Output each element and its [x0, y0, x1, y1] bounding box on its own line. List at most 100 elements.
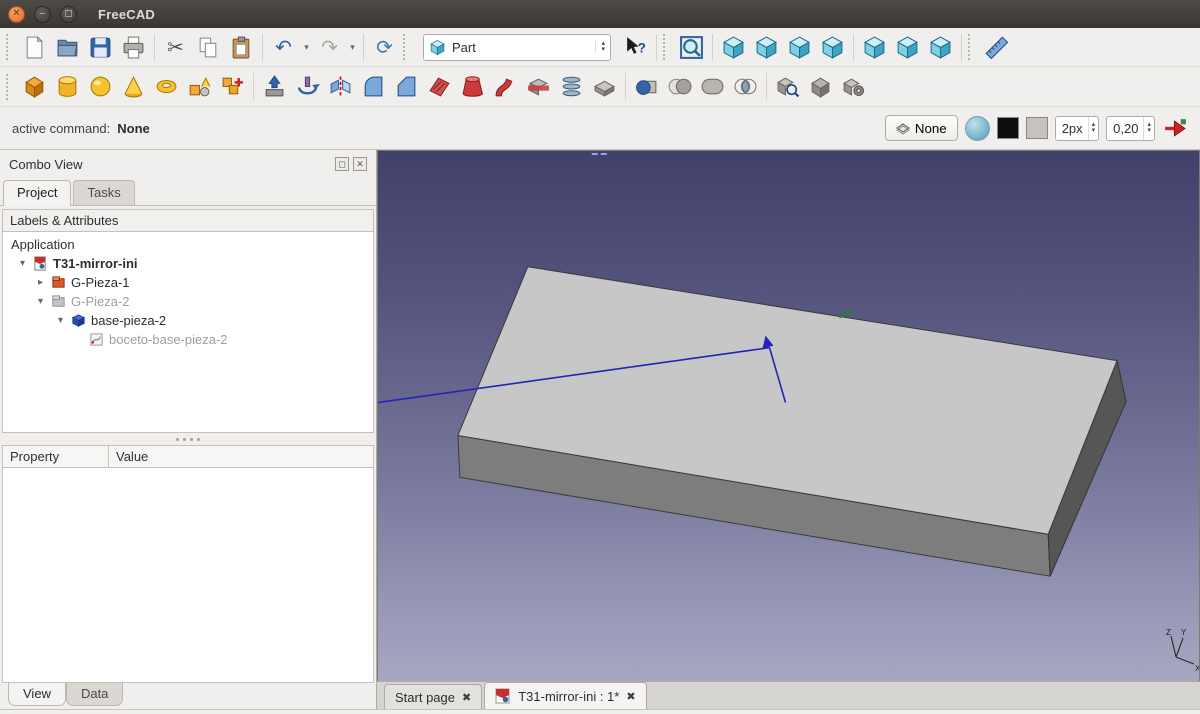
value-column-header[interactable]: Value: [109, 446, 373, 467]
tree-item-base-pieza-2[interactable]: ▾ base-pieza-2: [3, 311, 373, 330]
window-close-button[interactable]: ✕: [8, 6, 25, 23]
part-union-button[interactable]: [696, 71, 729, 103]
redo-button[interactable]: ↷: [313, 31, 346, 63]
right-view-button[interactable]: [816, 31, 849, 63]
new-document-button[interactable]: [18, 31, 51, 63]
part-refine-shape-button[interactable]: [837, 71, 870, 103]
part-shapebuilder-button[interactable]: [216, 71, 249, 103]
3d-viewport[interactable]: Z Y X: [377, 150, 1200, 681]
apply-style-button[interactable]: [1162, 112, 1188, 144]
workbench-selector[interactable]: Part ▴▾: [423, 34, 611, 61]
line-width-spinner[interactable]: 2px ▴▾: [1055, 116, 1099, 141]
part-mirror-button[interactable]: [324, 71, 357, 103]
close-tab-icon[interactable]: ✖: [462, 691, 471, 704]
part-section-button[interactable]: [522, 71, 555, 103]
cut-button[interactable]: ✂: [159, 31, 192, 63]
expander-open-icon[interactable]: ▾: [55, 315, 66, 326]
tree-item-g-pieza-1[interactable]: ▸ G-Pieza-1: [3, 273, 373, 292]
part-boolean-button[interactable]: [630, 71, 663, 103]
tab-data[interactable]: Data: [66, 683, 123, 706]
part-box-button[interactable]: [18, 71, 51, 103]
property-column-header[interactable]: Property: [3, 446, 109, 467]
tab-project[interactable]: Project: [3, 180, 71, 206]
tab-view[interactable]: View: [8, 683, 66, 706]
tab-start-page[interactable]: Start page ✖: [384, 684, 482, 709]
refresh-button[interactable]: ⟳: [368, 31, 401, 63]
part-fillet-button[interactable]: [357, 71, 390, 103]
expander-closed-icon[interactable]: ▸: [35, 277, 46, 288]
dock-close-button[interactable]: ✕: [353, 157, 367, 171]
axonometric-view-button[interactable]: [717, 31, 750, 63]
autogroup-button[interactable]: None: [885, 115, 958, 141]
window-minimize-button[interactable]: –: [34, 6, 51, 23]
save-document-button[interactable]: [84, 31, 117, 63]
front-view-button[interactable]: [750, 31, 783, 63]
part-check-geometry-button[interactable]: [771, 71, 804, 103]
close-tab-icon[interactable]: ✖: [626, 690, 635, 703]
top-view-button[interactable]: [783, 31, 816, 63]
part-chamfer-button[interactable]: [390, 71, 423, 103]
toolbar-grip[interactable]: [6, 74, 13, 100]
expander-open-icon[interactable]: ▾: [17, 258, 28, 269]
spinner-arrows-icon[interactable]: ▴▾: [1088, 117, 1099, 140]
redo-dropdown-button[interactable]: ▾: [346, 31, 359, 63]
tree-item-g-pieza-2[interactable]: ▾ G-Pieza-2: [3, 292, 373, 311]
panel-splitter[interactable]: [0, 433, 376, 445]
toolbar-grip[interactable]: [6, 34, 13, 60]
part-ruled-surface-button[interactable]: [423, 71, 456, 103]
part-cut-button[interactable]: [663, 71, 696, 103]
tab-view-label: View: [23, 686, 51, 701]
paste-button[interactable]: [225, 31, 258, 63]
tab-tasks[interactable]: Tasks: [73, 180, 134, 205]
fit-all-button[interactable]: [675, 31, 708, 63]
text-size-spinner[interactable]: 0,20 ▴▾: [1106, 116, 1155, 141]
left-view-button[interactable]: [924, 31, 957, 63]
part-revolve-button[interactable]: [291, 71, 324, 103]
part-loft-button[interactable]: [456, 71, 489, 103]
svg-text:?: ?: [638, 40, 646, 55]
part-offset-button[interactable]: [588, 71, 621, 103]
dock-float-button[interactable]: ◻: [335, 157, 349, 171]
tree-item-application[interactable]: Application: [3, 235, 373, 254]
combo-view-header[interactable]: Combo View ◻ ✕: [0, 150, 376, 178]
part-sphere-icon: [88, 74, 113, 99]
toolbar-grip[interactable]: [403, 34, 410, 60]
undo-dropdown-button[interactable]: ▾: [300, 31, 313, 63]
slab-solid[interactable]: [458, 267, 1126, 576]
construction-mode-button[interactable]: [965, 116, 990, 141]
expander-open-icon[interactable]: ▾: [35, 296, 46, 307]
spinner-arrows-icon[interactable]: ▴▾: [1143, 117, 1154, 140]
title-bar[interactable]: ✕ – ◻ FreeCAD: [0, 0, 1200, 28]
part-cross-sections-button[interactable]: [555, 71, 588, 103]
part-extrude-button[interactable]: [258, 71, 291, 103]
part-cone-button[interactable]: [117, 71, 150, 103]
measure-distance-button[interactable]: [980, 31, 1013, 63]
copy-button[interactable]: [192, 31, 225, 63]
print-button[interactable]: [117, 31, 150, 63]
rear-view-button[interactable]: [858, 31, 891, 63]
tab-active-document[interactable]: T31-mirror-ini : 1* ✖: [484, 682, 646, 709]
part-convert-to-solid-button[interactable]: [804, 71, 837, 103]
toolbar-grip[interactable]: [968, 34, 975, 60]
tree-item-boceto-base-pieza-2[interactable]: boceto-base-pieza-2: [3, 330, 373, 349]
part-sweep-button[interactable]: [489, 71, 522, 103]
bottom-view-button[interactable]: [891, 31, 924, 63]
part-sphere-button[interactable]: [84, 71, 117, 103]
tree-item-document[interactable]: ▾ T31-mirror-ini: [3, 254, 373, 273]
part-cylinder-button[interactable]: [51, 71, 84, 103]
line-color-swatch[interactable]: [997, 117, 1019, 139]
part-primitives-button[interactable]: [183, 71, 216, 103]
open-document-button[interactable]: [51, 31, 84, 63]
face-color-swatch[interactable]: [1026, 117, 1048, 139]
status-bar: [0, 709, 1200, 714]
part-intersection-button[interactable]: [729, 71, 762, 103]
whats-this-button[interactable]: ?: [619, 31, 652, 63]
part-torus-button[interactable]: [150, 71, 183, 103]
toolbar-grip[interactable]: [663, 34, 670, 60]
undo-button[interactable]: ↶: [267, 31, 300, 63]
toolbar-separator: [625, 73, 626, 100]
model-tree[interactable]: Application ▾ T31-mirror-ini ▸ G-Pieza-1…: [2, 232, 374, 433]
toolbar-separator: [766, 73, 767, 100]
property-table-body[interactable]: [2, 468, 374, 683]
window-maximize-button[interactable]: ◻: [60, 6, 77, 23]
